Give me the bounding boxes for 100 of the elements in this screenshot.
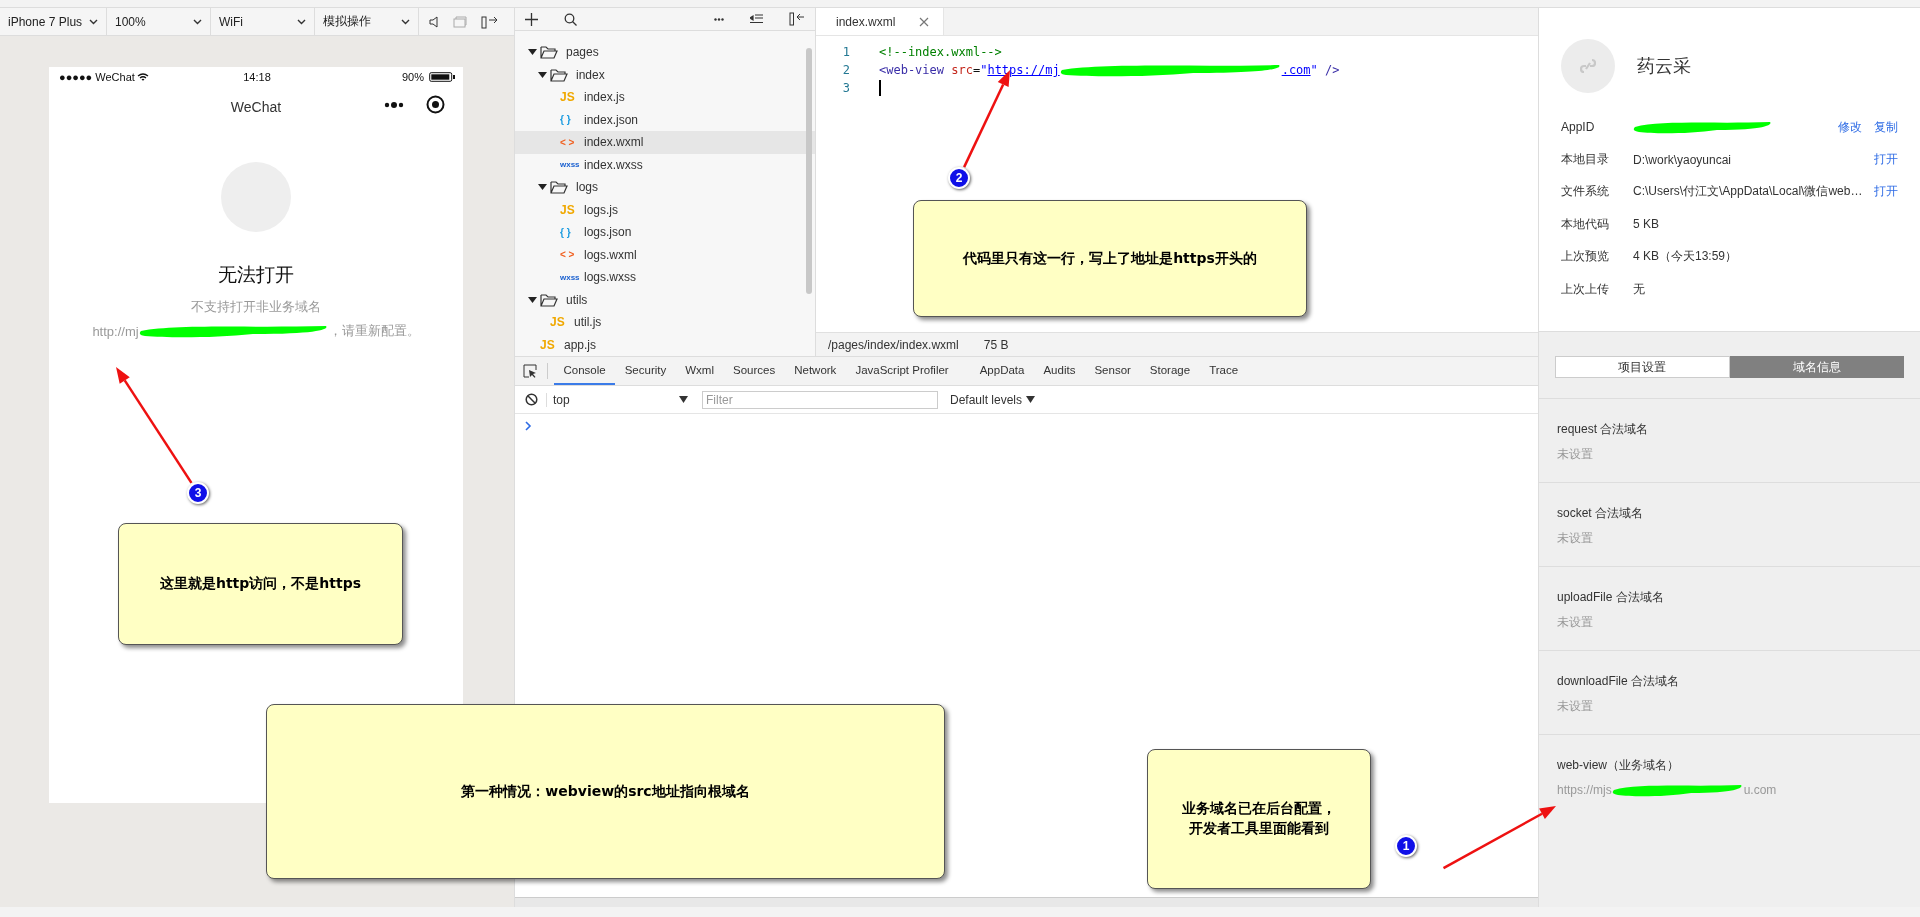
code-link[interactable]: .com xyxy=(1281,63,1311,77)
folder-item[interactable]: index xyxy=(515,63,815,86)
action-link[interactable]: 复制 xyxy=(1874,118,1898,136)
file-item[interactable]: < > logs.wxml xyxy=(515,243,815,266)
file-item[interactable]: JS util.js xyxy=(515,311,815,334)
levels-dropdown[interactable]: Default levels xyxy=(950,392,1036,407)
file-type-icon: JS xyxy=(540,337,564,352)
file-item[interactable]: JS index.js xyxy=(515,86,815,109)
error-title: 无法打开 xyxy=(218,263,294,287)
more-icon[interactable] xyxy=(384,101,404,108)
clock: 14:18 xyxy=(243,71,271,83)
wifi-icon xyxy=(136,72,149,82)
chevron-down-icon xyxy=(297,18,306,25)
plus-icon[interactable] xyxy=(525,12,538,26)
callout-note: 这里就是http访问，不是https xyxy=(118,523,403,645)
domain-url: https://mjs xyxy=(1557,783,1612,797)
devtools-tab[interactable]: AppData xyxy=(970,357,1034,385)
close-target-icon[interactable] xyxy=(426,95,445,114)
chevron-down-icon xyxy=(401,18,410,25)
devtools-tab[interactable]: Audits xyxy=(1033,357,1085,385)
file-item[interactable]: JS app.js xyxy=(515,333,815,356)
devtools-tab[interactable]: Security xyxy=(615,357,676,385)
file-size: 75 B xyxy=(983,337,1009,352)
speaker-icon[interactable] xyxy=(429,15,439,28)
outline-icon[interactable] xyxy=(750,14,763,24)
file-type-icon: { } xyxy=(560,226,584,238)
dropdown-triangle-icon xyxy=(679,396,688,403)
file-item[interactable]: { } logs.json xyxy=(515,221,815,244)
devtools-tab[interactable]: Sensor xyxy=(1084,357,1141,385)
domain-value: 未设置 xyxy=(1557,614,1593,631)
info-label: 本地代码 xyxy=(1561,215,1610,233)
file-type-icon: JS xyxy=(560,202,584,217)
chevron-down-icon xyxy=(193,18,202,25)
action-link[interactable]: 打开 xyxy=(1874,151,1898,169)
link-icon xyxy=(1580,58,1596,74)
domain-title: web-view（业务域名） xyxy=(1557,757,1680,774)
detach-icon[interactable] xyxy=(481,14,499,29)
devtools-tab[interactable]: Storage xyxy=(1140,357,1200,385)
file-type-icon: wxss xyxy=(560,160,584,170)
close-icon[interactable] xyxy=(919,16,930,27)
devtools-tab[interactable]: Trace xyxy=(1199,357,1248,385)
more-icon[interactable] xyxy=(714,17,724,21)
file-item[interactable]: < > index.wxml xyxy=(515,131,815,154)
code-token: " xyxy=(980,63,988,77)
collapse-panel-icon[interactable] xyxy=(789,12,805,26)
file-type-icon: JS xyxy=(560,90,584,105)
url-text: http://mj xyxy=(92,323,139,339)
editor-tab[interactable]: index.wxml xyxy=(816,8,945,35)
line-number: 3 xyxy=(841,81,850,95)
devtools-tab[interactable]: Console xyxy=(554,357,616,385)
info-value: 4 KB（今天13:59） xyxy=(1633,249,1738,264)
code-token: <!--index.wxml--> xyxy=(879,45,1002,59)
code-token: src xyxy=(951,63,973,77)
folder-icon xyxy=(550,180,568,195)
info-value: 5 KB xyxy=(1633,217,1659,232)
file-type-icon: < > xyxy=(560,136,584,148)
error-message: 不支持打开非业务域名 xyxy=(191,298,321,316)
code-token: <web-view xyxy=(879,63,946,77)
page-title: WeChat xyxy=(230,99,282,115)
file-type-icon: JS xyxy=(550,315,574,330)
file-item[interactable]: wxss index.wxss xyxy=(515,153,815,176)
file-item[interactable]: { } index.json xyxy=(515,108,815,131)
segment-tab[interactable]: 项目设置 xyxy=(1555,356,1730,378)
carrier: ●●●●● WeChat xyxy=(59,71,135,83)
info-label: 上次预览 xyxy=(1561,248,1610,266)
devtools-tab[interactable]: Sources xyxy=(723,357,785,385)
filter-field[interactable]: Filter xyxy=(702,390,938,409)
code-link[interactable]: https://mj xyxy=(987,63,1060,77)
devtools-tab[interactable]: JavaScript Profiler xyxy=(845,357,959,385)
file-item[interactable]: JS logs.js xyxy=(515,198,815,221)
devtools-tab[interactable]: Wxml xyxy=(675,357,724,385)
scrollbar[interactable] xyxy=(806,48,812,294)
action-link[interactable]: 修改 xyxy=(1838,118,1862,136)
callout-note: 代码里只有这一行，写上了地址是https开头的 xyxy=(913,200,1307,317)
domain-title: downloadFile 合法域名 xyxy=(1557,673,1681,690)
devtools-tab[interactable]: Network xyxy=(784,357,846,385)
domain-title: request 合法域名 xyxy=(1557,421,1650,438)
folder-icon xyxy=(540,292,558,307)
folder-item[interactable]: pages xyxy=(515,41,815,64)
info-label: 上次上传 xyxy=(1561,280,1610,298)
search-icon[interactable] xyxy=(564,12,577,26)
clear-icon[interactable] xyxy=(525,393,538,406)
info-value: 无 xyxy=(1633,281,1645,296)
callout-note: 业务域名已在后台配置，开发者工具里面能看到 xyxy=(1147,749,1371,889)
action-link[interactable]: 打开 xyxy=(1874,183,1898,201)
file-path: /pages/index/index.wxml xyxy=(828,337,959,352)
code-token: = xyxy=(972,63,981,77)
info-label: 本地目录 xyxy=(1561,151,1610,169)
project-name: 药云采 xyxy=(1637,55,1691,78)
info-value: C:\Users\付江文\AppData\Local\微信web… xyxy=(1633,184,1863,199)
prompt-icon[interactable] xyxy=(525,421,532,431)
url-text: ，请重新配置。 xyxy=(328,322,420,340)
folder-item[interactable]: logs xyxy=(515,176,815,199)
context-dropdown[interactable]: top xyxy=(546,392,694,407)
segment-tab[interactable]: 域名信息 xyxy=(1729,356,1904,378)
inspect-icon[interactable] xyxy=(523,364,537,378)
file-item[interactable]: wxss logs.wxss xyxy=(515,266,815,289)
folder-icon xyxy=(540,45,558,60)
folder-item[interactable]: utils xyxy=(515,288,815,311)
file-type-icon: { } xyxy=(560,114,584,126)
